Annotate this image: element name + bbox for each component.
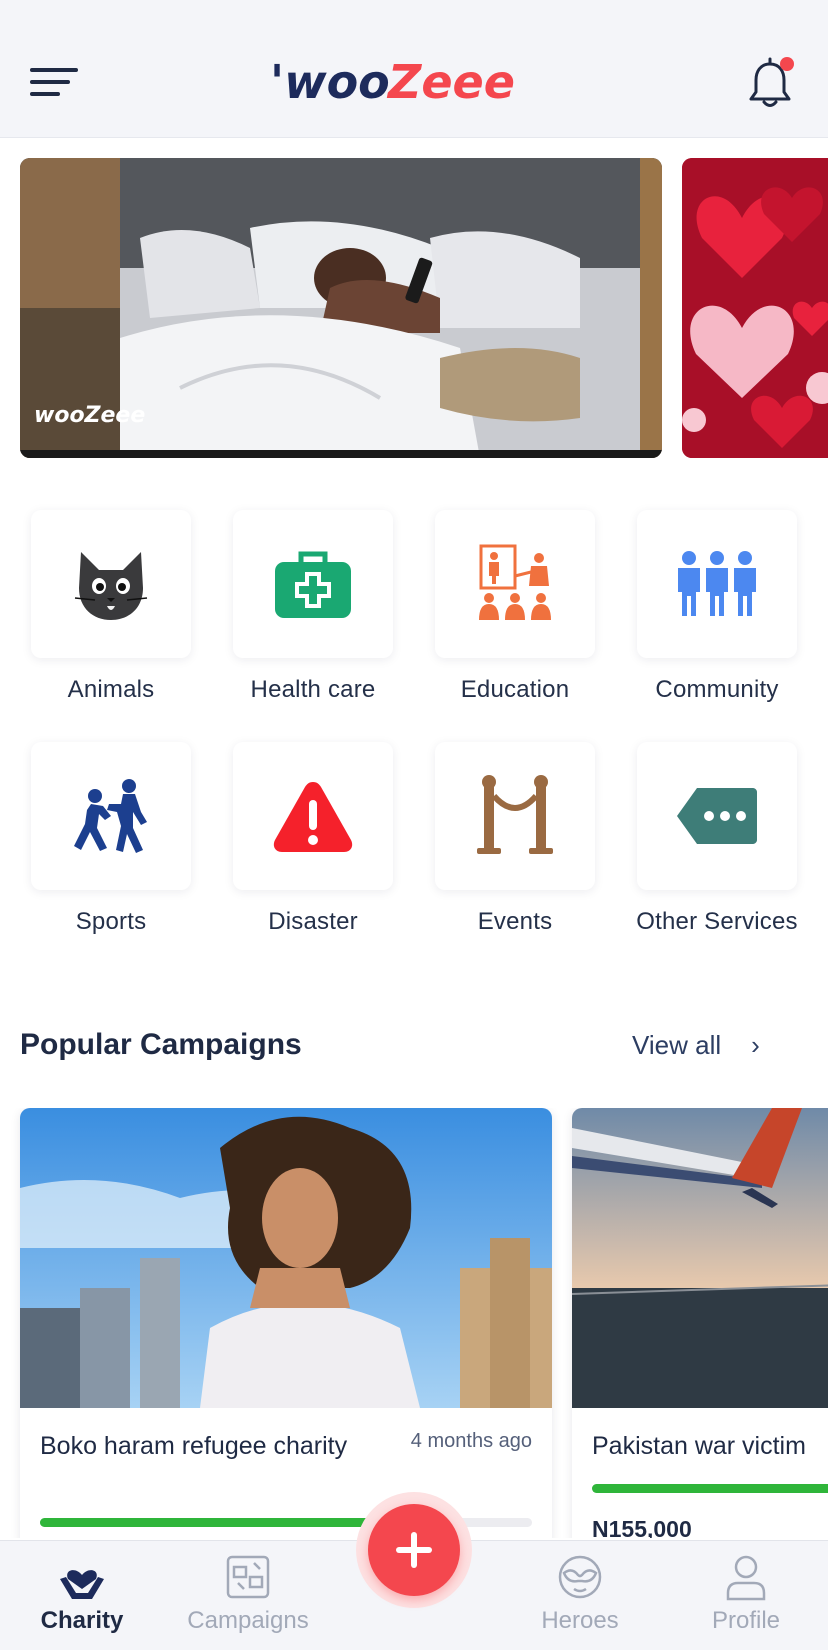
category-label: Other Services bbox=[636, 908, 798, 935]
banner-carousel[interactable]: wooZeee bbox=[0, 158, 828, 460]
banner-slide[interactable]: wooZeee bbox=[20, 158, 662, 458]
category-community[interactable]: Community bbox=[616, 510, 818, 704]
category-tile bbox=[435, 510, 595, 658]
category-education[interactable]: Education bbox=[414, 510, 616, 704]
campaign-progress-fill bbox=[40, 1518, 375, 1527]
campaign-amount: N155,000 bbox=[592, 1516, 692, 1538]
notification-bell-icon bbox=[749, 57, 794, 107]
campaign-image bbox=[572, 1108, 828, 1408]
sports-players-icon bbox=[74, 779, 147, 853]
create-campaign-button[interactable] bbox=[368, 1504, 460, 1596]
campaign-carousel[interactable]: Boko haram refugee charity 4 months ago bbox=[0, 1108, 828, 1538]
people-group-icon bbox=[678, 551, 756, 616]
campaign-progress-fill bbox=[592, 1484, 828, 1493]
cat-icon bbox=[74, 552, 148, 620]
category-label: Disaster bbox=[268, 908, 358, 935]
campaign-title: Pakistan war victim bbox=[592, 1432, 806, 1460]
campaign-progress bbox=[592, 1484, 828, 1493]
airplane-wing-photo bbox=[572, 1108, 828, 1408]
category-tile bbox=[31, 510, 191, 658]
view-all-link[interactable]: View all › bbox=[632, 1030, 760, 1061]
nav-label: Heroes bbox=[541, 1607, 619, 1634]
rope-barrier-icon bbox=[477, 775, 553, 854]
view-all-label: View all bbox=[632, 1030, 722, 1060]
hamburger-menu-icon-line bbox=[30, 92, 60, 96]
category-tile bbox=[637, 510, 797, 658]
woman-in-bed-photo: wooZeee bbox=[20, 158, 662, 458]
category-label: Animals bbox=[67, 676, 155, 703]
campaign-image bbox=[20, 1108, 552, 1408]
hamburger-menu-icon bbox=[30, 68, 78, 72]
category-label: Community bbox=[655, 676, 779, 703]
valentine-hearts-photo bbox=[682, 158, 828, 458]
banner-slide[interactable] bbox=[682, 158, 828, 458]
notifications-button[interactable] bbox=[746, 56, 796, 110]
section-title: Popular Campaigns bbox=[20, 1028, 302, 1061]
campaign-time: 4 months ago bbox=[410, 1430, 532, 1452]
brand-logo: 'woo Zeee bbox=[270, 50, 560, 114]
hamburger-menu-icon-line bbox=[30, 80, 70, 84]
category-tile bbox=[233, 510, 393, 658]
campaign-card[interactable]: Boko haram refugee charity 4 months ago bbox=[20, 1108, 552, 1538]
category-other-services[interactable]: Other Services bbox=[616, 742, 818, 936]
first-aid-kit-icon bbox=[275, 551, 351, 618]
category-animals[interactable]: Animals bbox=[10, 510, 212, 704]
nav-profile[interactable]: Profile bbox=[666, 1551, 826, 1635]
category-tile bbox=[637, 742, 797, 890]
svg-text:'woo: 'woo bbox=[270, 55, 390, 109]
nav-label: Profile bbox=[711, 1607, 781, 1634]
app-header: 'woo Zeee bbox=[0, 26, 828, 138]
category-tile bbox=[435, 742, 595, 890]
nav-label: Campaigns bbox=[187, 1607, 309, 1634]
nav-label: Charity bbox=[40, 1607, 124, 1634]
hands-heart-icon bbox=[2, 1551, 162, 1603]
category-label: Sports bbox=[75, 908, 147, 935]
hero-mask-icon bbox=[500, 1551, 660, 1603]
category-sports[interactable]: Sports bbox=[10, 742, 212, 936]
category-disaster[interactable]: Disaster bbox=[212, 742, 414, 936]
svg-text:wooZeee: wooZeee bbox=[34, 403, 145, 428]
category-tile bbox=[233, 742, 393, 890]
nav-charity[interactable]: Charity bbox=[2, 1551, 162, 1635]
plus-icon bbox=[396, 1532, 432, 1568]
more-tag-icon bbox=[677, 788, 757, 844]
category-health-care[interactable]: Health care bbox=[212, 510, 414, 704]
category-label: Education bbox=[460, 676, 570, 703]
category-tile bbox=[31, 742, 191, 890]
menu-button[interactable] bbox=[30, 62, 82, 102]
profile-icon bbox=[666, 1551, 826, 1603]
nav-heroes[interactable]: Heroes bbox=[500, 1551, 660, 1635]
category-label: Events bbox=[477, 908, 553, 935]
campaign-card[interactable]: Pakistan war victim N155,000 bbox=[572, 1108, 828, 1538]
category-events[interactable]: Events bbox=[414, 742, 616, 936]
campaign-title: Boko haram refugee charity bbox=[40, 1432, 348, 1460]
status-bar bbox=[0, 0, 828, 26]
campaigns-icon bbox=[168, 1551, 328, 1603]
woman-city-photo bbox=[20, 1108, 552, 1408]
svg-text:Zeee: Zeee bbox=[386, 55, 515, 109]
chevron-right-icon: › bbox=[751, 1030, 760, 1060]
nav-campaigns[interactable]: Campaigns bbox=[168, 1551, 328, 1635]
classroom-icon bbox=[479, 544, 551, 620]
category-label: Health care bbox=[250, 676, 376, 703]
warning-icon bbox=[273, 782, 353, 852]
